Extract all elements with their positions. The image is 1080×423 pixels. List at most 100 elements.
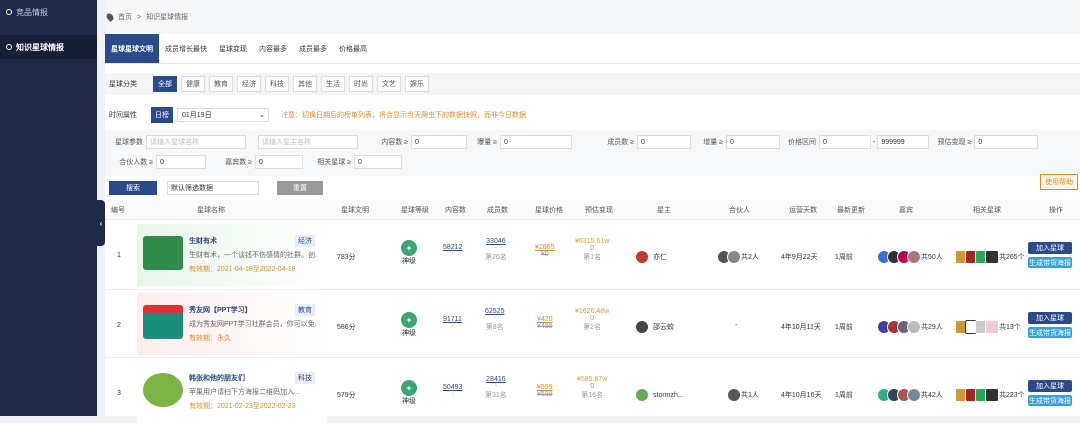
members-cell: 62525- 第8名: [485, 308, 504, 332]
update: 1周前: [835, 324, 853, 331]
members-input[interactable]: 0: [637, 135, 691, 149]
planet-name-input[interactable]: 请输入星球名称: [146, 135, 246, 149]
chip-other[interactable]: 其他: [293, 76, 317, 92]
members-count[interactable]: 33046: [485, 238, 507, 245]
owner-name[interactable]: 邵云蛟: [653, 322, 674, 332]
avatar: [985, 250, 999, 264]
members-cell: 28416- 第31名: [485, 376, 507, 400]
chip-fashion[interactable]: 时尚: [349, 76, 373, 92]
chip-education[interactable]: 教育: [209, 76, 233, 92]
join-button[interactable]: 加入星球: [1028, 380, 1072, 392]
content-sub: -: [451, 391, 454, 398]
level-label: 神级: [402, 398, 416, 405]
sidebar-item-competitor[interactable]: 竞品情报: [0, 0, 97, 24]
content-count[interactable]: 58212: [443, 244, 462, 251]
chip-all[interactable]: 全部: [153, 76, 177, 92]
col-price[interactable]: 星球价格: [535, 205, 563, 215]
guests-count: 共29人: [921, 323, 943, 331]
chip-health[interactable]: 健康: [181, 76, 205, 92]
content-cell: 50493-: [443, 384, 462, 398]
planet-name[interactable]: 生财有术: [189, 236, 217, 246]
category-label: 星球分类: [109, 81, 137, 88]
content-cell: 91711-: [443, 316, 462, 330]
related-count: 共265个: [999, 253, 1025, 261]
related-count: 共13个: [999, 323, 1021, 331]
row-no: 2: [117, 322, 121, 329]
revenue-cell: ¥1626.48w 0 第2名: [575, 308, 609, 332]
tab-members[interactable]: 成员最多: [293, 34, 333, 63]
price: ¥2865: [535, 244, 555, 251]
price-min-input[interactable]: 0: [819, 135, 871, 149]
poster-button[interactable]: 生成带货海报: [1028, 327, 1072, 338]
search-button[interactable]: 搜索: [109, 181, 157, 195]
reset-button[interactable]: 重置: [277, 181, 323, 195]
revenue-input[interactable]: 0: [974, 135, 1039, 149]
col-members[interactable]: 成员数: [487, 205, 508, 215]
collapse-toggle[interactable]: ‹: [97, 200, 105, 246]
planet-card[interactable]: 韩张和他的朋友们 科技 苹果用户请扫下方海报二维码加入... 有效期：2021-…: [137, 361, 327, 423]
days: 4年10月16天: [781, 392, 822, 399]
tab-growth[interactable]: 成员增长最快: [159, 34, 213, 63]
breadcrumb-home[interactable]: 首页: [118, 12, 132, 22]
poster-button[interactable]: 生成带货海报: [1028, 257, 1072, 268]
related-cell: 共223个: [955, 388, 1025, 402]
partners-input[interactable]: 0: [156, 155, 206, 169]
revenue-rank: 第16名: [581, 392, 604, 399]
chip-economy[interactable]: 经济: [237, 76, 261, 92]
price-max-input[interactable]: 999999: [877, 135, 930, 149]
related-input[interactable]: 0: [354, 155, 402, 169]
owner-cell: 邵云蛟: [635, 320, 674, 334]
planet-card[interactable]: 秀友网【PPT学习】 教育 成为秀友网PPT学习社群会员，你可以免... 有效期…: [137, 293, 327, 355]
tab-monetize[interactable]: 星球变现: [213, 34, 253, 63]
content-input[interactable]: 0: [411, 135, 467, 149]
col-content[interactable]: 内容数: [445, 205, 466, 215]
growth-input[interactable]: 0: [726, 135, 780, 149]
poster-button[interactable]: 生成带货海报: [1028, 395, 1072, 406]
members-rank: 第31名: [485, 392, 507, 399]
chip-art[interactable]: 文艺: [377, 76, 401, 92]
chip-entertainment[interactable]: 娱乐: [405, 76, 429, 92]
chip-life[interactable]: 生活: [321, 76, 345, 92]
owner-cell: 亦仁: [635, 250, 667, 264]
daily-button[interactable]: 日榜: [151, 107, 173, 123]
content-count[interactable]: 91711: [443, 316, 462, 323]
members-sub: -: [494, 245, 498, 252]
time-label: 时间属性: [109, 112, 137, 119]
sidebar-item-planet[interactable]: 知识星球情报: [0, 35, 97, 59]
owner-name-input[interactable]: 请输入星主名称: [258, 135, 358, 149]
content-count[interactable]: 50493: [443, 384, 462, 391]
planet-desc: 生财有术，一个谈钱不伤感情的社群。创...: [189, 252, 317, 259]
owner-name[interactable]: 亦仁: [653, 252, 667, 262]
join-button[interactable]: 加入星球: [1028, 312, 1072, 324]
col-update: 最新更新: [837, 206, 865, 214]
exposure-input[interactable]: 0: [500, 135, 572, 149]
planet-desc: 苹果用户请扫下方海报二维码加入...: [189, 389, 300, 396]
members-count[interactable]: 62525: [485, 308, 504, 315]
row-no: 1: [117, 252, 121, 259]
related-label: 相关星球 ≥: [317, 159, 351, 166]
level: ✦ 神级: [397, 312, 421, 338]
sort-select[interactable]: 默认筛选数据: [167, 181, 259, 195]
guests-input[interactable]: 0: [255, 155, 303, 169]
members-count[interactable]: 28416: [485, 376, 507, 383]
col-level[interactable]: 星球等级: [401, 205, 429, 215]
planet-name[interactable]: 韩张和他的朋友们: [189, 373, 245, 383]
chip-tech[interactable]: 科技: [265, 76, 289, 92]
row-score: 579分: [337, 392, 356, 399]
tab-price[interactable]: 价格最高: [333, 34, 373, 63]
planet-name[interactable]: 秀友网【PPT学习】: [189, 305, 252, 315]
guests-count: 共42人: [921, 391, 943, 399]
planet-card[interactable]: 生财有术 经济 生财有术，一个谈钱不伤感情的社群。创... 有效期：2021-0…: [137, 224, 327, 286]
date-select[interactable]: 01月19日 ⌄: [177, 108, 269, 122]
level-label: 神级: [402, 258, 416, 265]
planet-thumbnail: [143, 373, 183, 407]
col-score[interactable]: 星球文明: [341, 205, 369, 215]
tab-civilization[interactable]: 星球星球文明: [105, 34, 159, 63]
level: ✦ 神级: [397, 380, 421, 406]
col-revenue[interactable]: 预估变现: [585, 205, 613, 215]
join-button[interactable]: 加入星球: [1028, 242, 1072, 254]
price-label: 价格区间: [788, 139, 816, 146]
owner-name[interactable]: stormzh...: [653, 392, 684, 399]
help-button[interactable]: 使用帮助: [1040, 174, 1078, 190]
tab-content[interactable]: 内容最多: [253, 34, 293, 63]
